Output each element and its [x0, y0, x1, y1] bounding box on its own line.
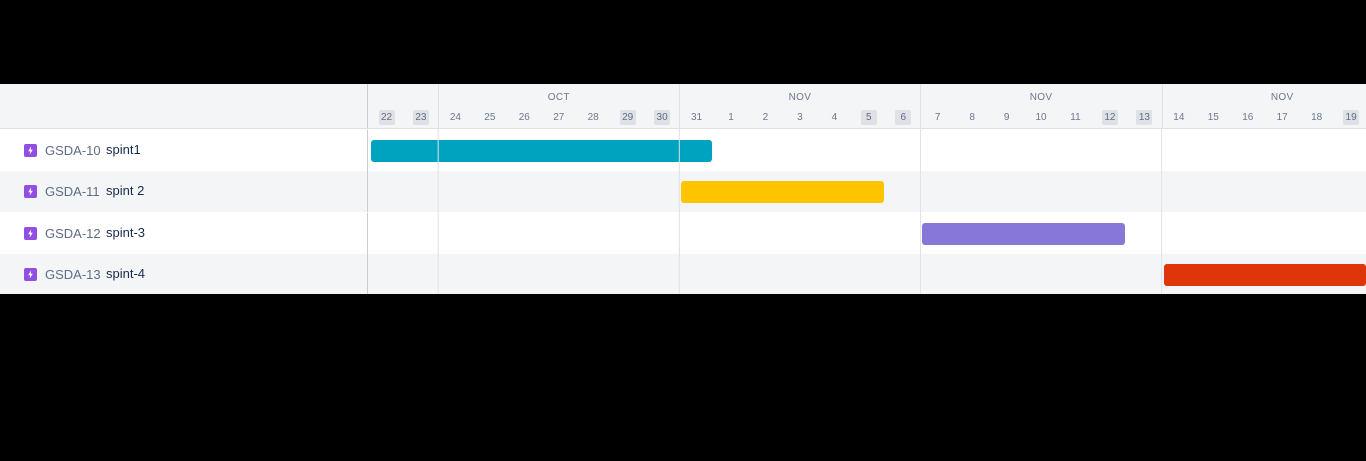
day-label: 14	[1173, 112, 1185, 123]
day-label: 25	[484, 112, 496, 123]
issue-row[interactable]: GSDA-12 spint-3	[0, 212, 1366, 254]
issue-summary[interactable]: spint-4	[106, 266, 145, 281]
issue-summary[interactable]: spint 2	[106, 183, 144, 198]
issues-column-header	[0, 84, 368, 129]
month-label: NOV	[1029, 92, 1053, 103]
timeline-header: OCT NOV NOV NOV 22 23 24 25 26 27 28 29 30 31 1 2 3 4 5 6 7 8…	[368, 84, 1366, 129]
issue-row[interactable]: GSDA-10 spint1	[0, 130, 1366, 171]
week-separator	[1161, 84, 1163, 129]
day-label: 28	[587, 112, 599, 123]
epic-lightning-icon	[24, 144, 37, 157]
day-label: 11	[1070, 112, 1081, 123]
issue-key[interactable]: GSDA-10	[45, 143, 101, 158]
day-label: 17	[1276, 112, 1288, 123]
issue-key[interactable]: GSDA-13	[45, 267, 101, 282]
issue-summary[interactable]: spint-3	[106, 225, 145, 240]
issue-row[interactable]: GSDA-11 spint 2	[0, 171, 1366, 213]
day-label: 9	[1003, 112, 1010, 123]
day-label: 24	[449, 112, 461, 123]
issue-summary[interactable]: spint1	[106, 142, 141, 157]
issue-key[interactable]: GSDA-12	[45, 226, 101, 241]
timeline-bar[interactable]	[1163, 263, 1366, 286]
day-label: 19	[1343, 110, 1360, 125]
week-separator	[679, 84, 681, 129]
day-label: 12	[1101, 110, 1118, 125]
day-label: 15	[1207, 112, 1219, 123]
day-label: 3	[797, 112, 803, 123]
day-label: 5	[860, 110, 877, 125]
day-label: 8	[969, 112, 975, 123]
issue-row[interactable]: GSDA-13 spint-4	[0, 253, 1366, 294]
timeline-bar[interactable]	[922, 222, 1126, 245]
day-label: 1	[728, 112, 734, 123]
week-separator	[438, 84, 440, 129]
roadmap-timeline: OCT NOV NOV NOV 22 23 24 25 26 27 28 29 30 31 1 2 3 4 5 6 7 8…	[0, 84, 1366, 294]
issue-row-label[interactable]: GSDA-12 spint-3	[0, 212, 368, 254]
issue-row-label[interactable]: GSDA-13 spint-4	[0, 253, 368, 294]
issue-row-label[interactable]: GSDA-11 spint 2	[0, 171, 368, 213]
epic-lightning-icon	[24, 185, 37, 199]
month-label: NOV	[1270, 92, 1294, 103]
day-label: 10	[1035, 112, 1047, 123]
month-label: OCT	[547, 92, 570, 103]
day-label: 23	[412, 110, 429, 125]
day-label: 27	[553, 112, 565, 123]
day-label: 13	[1136, 110, 1153, 125]
issue-row-label[interactable]: GSDA-10 spint1	[0, 130, 368, 171]
timeline-bar[interactable]	[371, 140, 712, 162]
month-label: NOV	[788, 92, 812, 103]
epic-lightning-icon	[24, 267, 37, 281]
day-label: 16	[1242, 112, 1254, 123]
day-label: 4	[831, 112, 838, 123]
day-label: 30	[654, 110, 671, 125]
timeline-bar[interactable]	[681, 181, 884, 204]
day-label: 2	[762, 112, 769, 123]
week-separator	[920, 84, 922, 129]
day-label: 18	[1311, 112, 1323, 123]
day-label: 31	[690, 112, 703, 123]
day-label: 26	[518, 112, 530, 123]
epic-lightning-icon	[24, 226, 37, 240]
day-label: 22	[378, 110, 395, 125]
issue-key[interactable]: GSDA-11	[45, 184, 100, 199]
day-label: 7	[934, 112, 941, 123]
day-label: 6	[895, 110, 912, 125]
day-label: 29	[619, 110, 636, 125]
